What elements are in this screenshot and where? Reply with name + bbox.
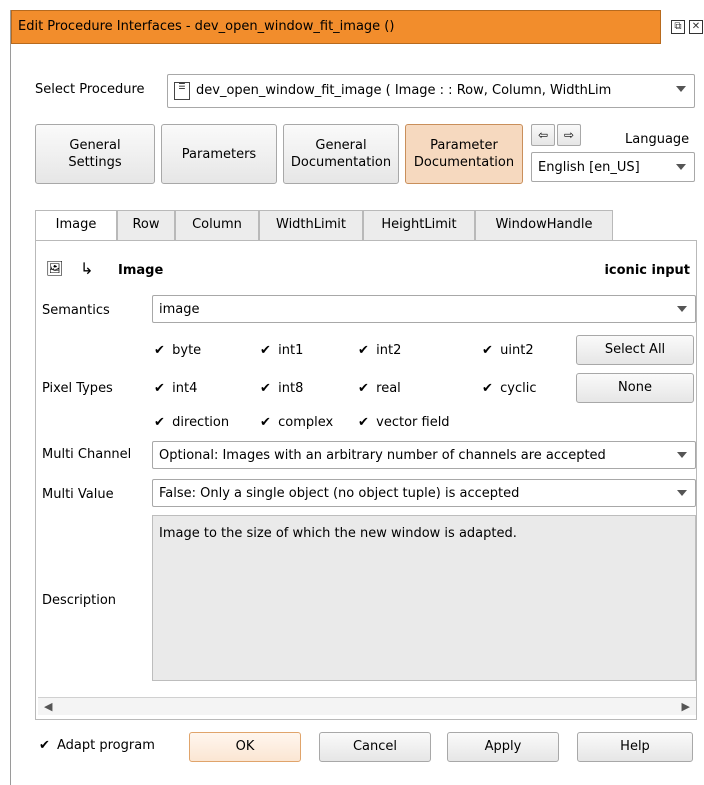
close-icon[interactable]: ✕ bbox=[689, 20, 703, 34]
parameter-kind: iconic input bbox=[604, 263, 690, 278]
select-all-button[interactable]: Select All bbox=[576, 335, 694, 365]
parameter-documentation-button[interactable]: Parameter Documentation bbox=[405, 124, 523, 184]
arrow-left-button[interactable]: ⇦ bbox=[531, 124, 555, 146]
chevron-down-icon bbox=[676, 164, 686, 170]
window-title: Edit Procedure Interfaces - dev_open_win… bbox=[18, 19, 395, 34]
parameter-documentation-label-2: Documentation bbox=[413, 155, 515, 170]
pixel-type-complex-checkbox[interactable]: ✔ complex bbox=[260, 415, 333, 430]
parameters-button[interactable]: Parameters bbox=[161, 124, 277, 184]
chevron-down-icon bbox=[676, 86, 686, 92]
tab-widthlimit[interactable]: WidthLimit bbox=[259, 210, 363, 240]
pixel-type-int2-checkbox[interactable]: ✔ int2 bbox=[358, 343, 401, 358]
parameter-documentation-label-1: Parameter bbox=[430, 138, 498, 153]
multi-value-value: False: Only a single object (no object t… bbox=[159, 486, 520, 501]
pixel-type-direction-checkbox[interactable]: ✔ direction bbox=[154, 415, 229, 430]
general-settings-button[interactable]: General Settings bbox=[35, 124, 155, 184]
none-button[interactable]: None bbox=[576, 373, 694, 403]
tab-row[interactable]: Row bbox=[117, 210, 175, 240]
select-procedure-value: dev_open_window_fit_image ( Image : : Ro… bbox=[196, 83, 612, 98]
description-textarea[interactable]: Image to the size of which the new windo… bbox=[152, 515, 696, 681]
arrow-right-button[interactable]: ⇨ bbox=[557, 124, 581, 146]
horizontal-scrollbar[interactable]: ◀ ▶ bbox=[38, 697, 696, 715]
language-value: English [en_US] bbox=[538, 160, 640, 175]
title-bar: Edit Procedure Interfaces - dev_open_win… bbox=[11, 10, 661, 44]
tab-heightlimit[interactable]: HeightLimit bbox=[363, 210, 475, 240]
image-icon: 🖼 bbox=[46, 261, 64, 277]
multi-channel-dropdown[interactable]: Optional: Images with an arbitrary numbe… bbox=[152, 441, 696, 469]
general-documentation-button[interactable]: General Documentation bbox=[283, 124, 399, 184]
scroll-left-icon[interactable]: ◀ bbox=[44, 700, 52, 713]
chevron-down-icon bbox=[677, 490, 687, 496]
adapt-program-label: Adapt program bbox=[57, 738, 155, 753]
description-text: Image to the size of which the new windo… bbox=[159, 526, 517, 541]
pixel-types-label: Pixel Types bbox=[42, 381, 113, 396]
parameters-label: Parameters bbox=[181, 146, 257, 162]
help-button[interactable]: Help bbox=[577, 732, 693, 762]
pixel-type-int8-checkbox[interactable]: ✔ int8 bbox=[260, 381, 303, 396]
general-settings-label-2: Settings bbox=[68, 155, 122, 170]
restore-icon[interactable]: ⧉ bbox=[671, 20, 685, 34]
multi-channel-value: Optional: Images with an arbitrary numbe… bbox=[159, 448, 606, 463]
multi-channel-label: Multi Channel bbox=[42, 447, 132, 462]
general-documentation-label-2: Documentation bbox=[290, 155, 392, 170]
input-arrow-icon: ↳ bbox=[80, 259, 94, 278]
description-label: Description bbox=[42, 593, 117, 608]
language-dropdown[interactable]: English [en_US] bbox=[531, 152, 695, 182]
chevron-down-icon bbox=[677, 306, 687, 312]
parameter-name: Image bbox=[118, 263, 164, 278]
apply-button[interactable]: Apply bbox=[447, 732, 559, 762]
pixel-type-int4-checkbox[interactable]: ✔ int4 bbox=[154, 381, 197, 396]
procedure-interfaces-dialog: Edit Procedure Interfaces - dev_open_win… bbox=[10, 10, 704, 785]
semantics-label: Semantics bbox=[42, 303, 110, 318]
arrow-right-icon: ⇨ bbox=[563, 128, 575, 142]
tab-column[interactable]: Column bbox=[175, 210, 259, 240]
select-procedure-label: Select Procedure bbox=[35, 82, 145, 97]
tab-windowhandle[interactable]: WindowHandle bbox=[475, 210, 613, 240]
pixel-type-int1-checkbox[interactable]: ✔ int1 bbox=[260, 343, 303, 358]
scroll-right-icon[interactable]: ▶ bbox=[682, 700, 690, 713]
pixel-type-real-checkbox[interactable]: ✔ real bbox=[358, 381, 401, 396]
title-bar-controls: ⧉ ✕ bbox=[663, 10, 704, 44]
pixel-type-vector-field-checkbox[interactable]: ✔ vector field bbox=[358, 415, 450, 430]
semantics-value: image bbox=[159, 302, 200, 317]
pixel-type-byte-checkbox[interactable]: ✔ byte bbox=[154, 343, 201, 358]
chevron-down-icon bbox=[677, 452, 687, 458]
language-label: Language bbox=[625, 132, 690, 147]
procedure-icon: ☰ bbox=[174, 82, 190, 100]
tab-image[interactable]: Image bbox=[35, 210, 117, 241]
general-documentation-label-1: General bbox=[315, 138, 367, 153]
select-procedure-dropdown[interactable]: ☰ dev_open_window_fit_image ( Image : : … bbox=[167, 74, 695, 108]
semantics-dropdown[interactable]: image bbox=[152, 295, 696, 323]
ok-button[interactable]: OK bbox=[189, 732, 301, 762]
multi-value-dropdown[interactable]: False: Only a single object (no object t… bbox=[152, 479, 696, 507]
pixel-type-cyclic-checkbox[interactable]: ✔ cyclic bbox=[482, 381, 537, 396]
parameter-documentation-panel: 🖼 ↳ Image iconic input Semantics image P… bbox=[35, 240, 697, 720]
arrow-left-icon: ⇦ bbox=[537, 128, 549, 142]
cancel-button[interactable]: Cancel bbox=[319, 732, 431, 762]
general-settings-label-1: General bbox=[69, 138, 121, 153]
multi-value-label: Multi Value bbox=[42, 487, 114, 502]
pixel-type-uint2-checkbox[interactable]: ✔ uint2 bbox=[482, 343, 534, 358]
adapt-program-checkbox[interactable]: ✔ Adapt program bbox=[39, 738, 155, 753]
